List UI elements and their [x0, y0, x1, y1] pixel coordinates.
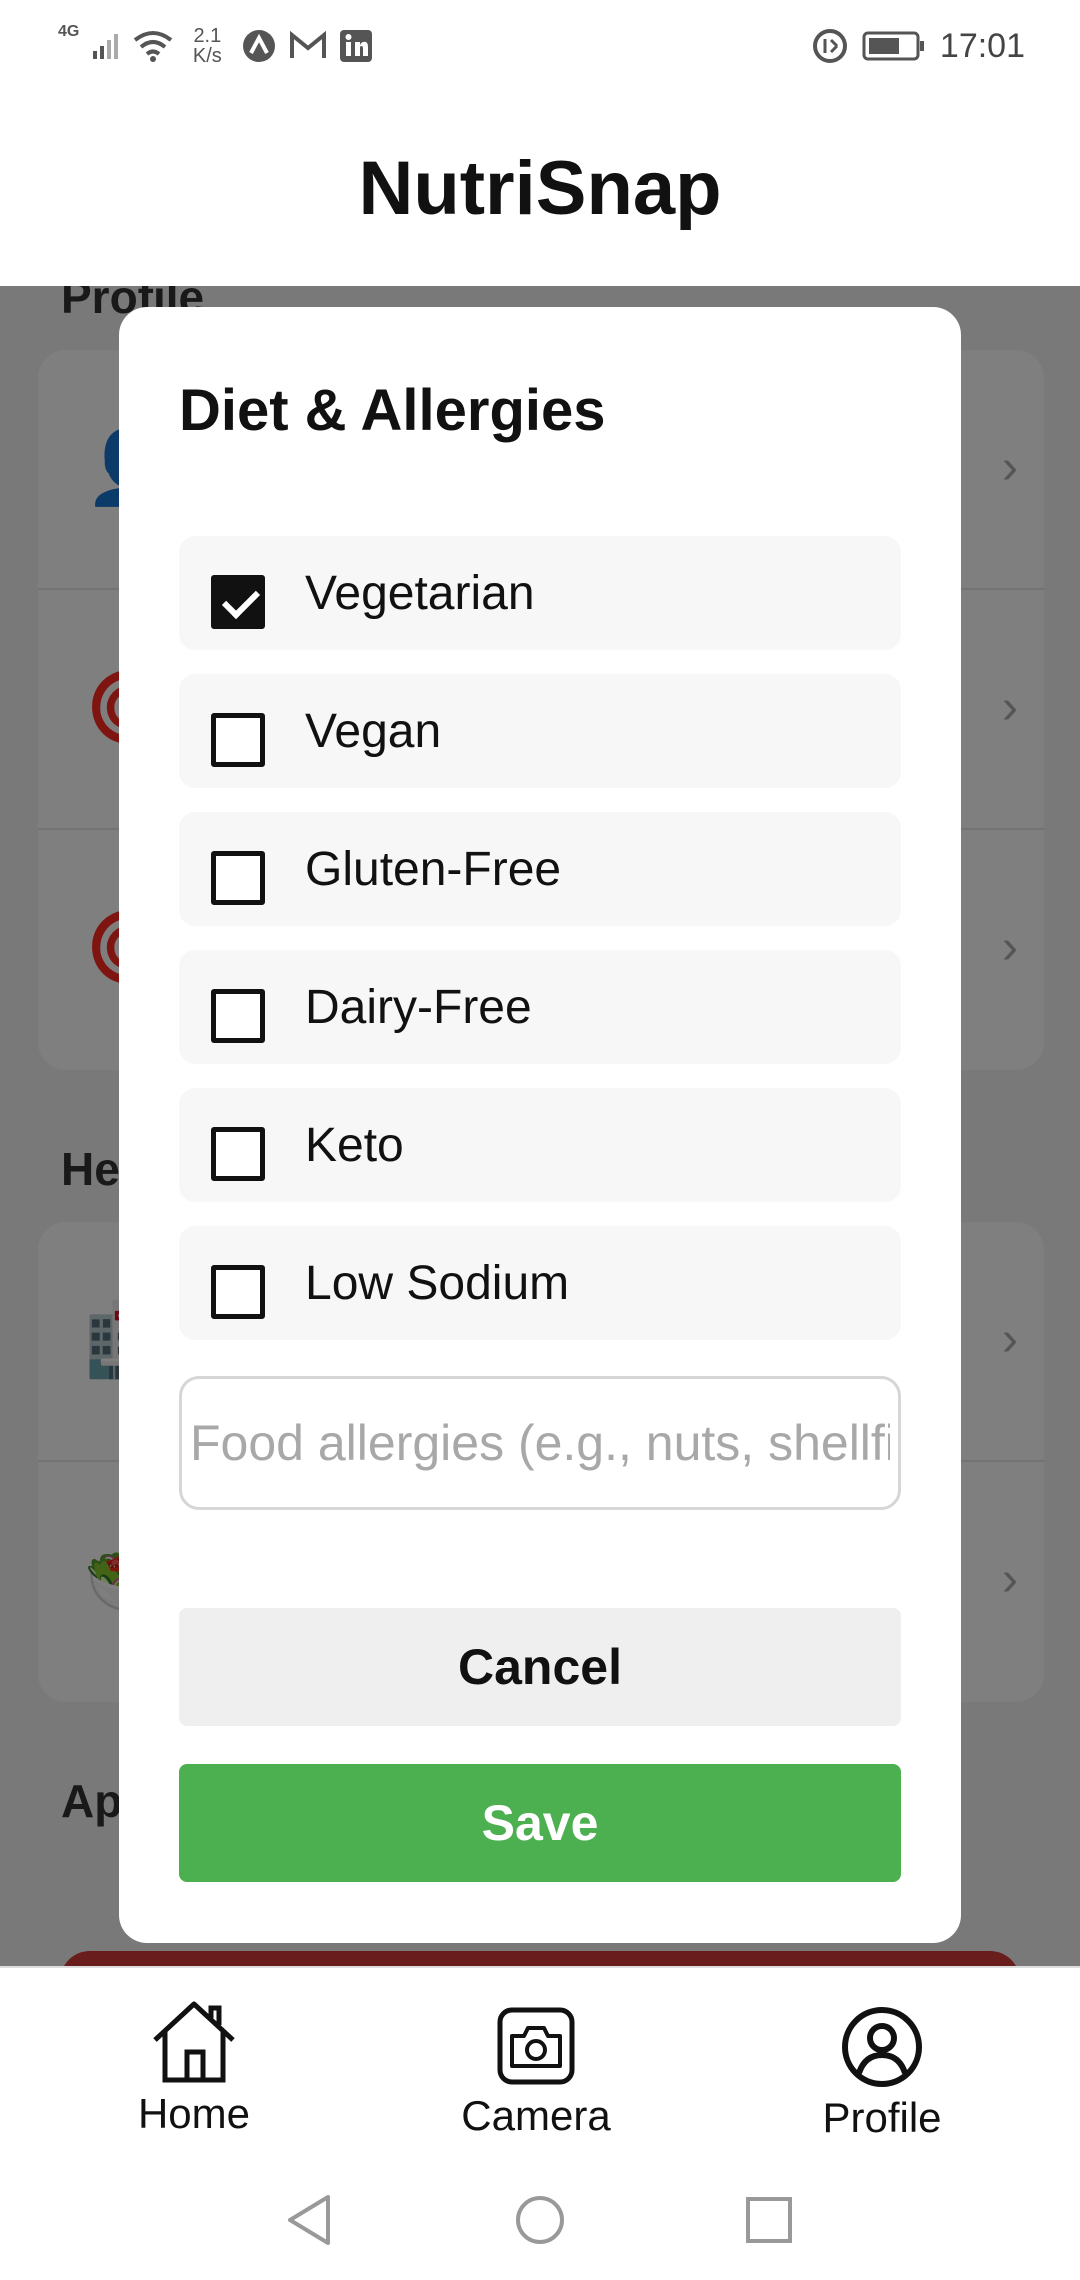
checkbox-icon[interactable]: [211, 1127, 265, 1181]
diet-option-label: Vegetarian: [305, 567, 535, 620]
network-speed: 2.1 K/s: [192, 25, 222, 67]
signal-icon: [93, 34, 119, 59]
diet-option-label: Keto: [305, 1119, 404, 1172]
gmail-icon: [290, 31, 327, 58]
battery-icon: [862, 31, 924, 61]
food-allergies-input[interactable]: [179, 1376, 901, 1510]
app-notification-icon: [243, 30, 276, 62]
checkbox-icon[interactable]: [211, 713, 265, 767]
home-circle-icon[interactable]: [514, 2192, 566, 2248]
modal-title: Diet & Allergies: [179, 378, 606, 443]
nav-profile[interactable]: Profile: [782, 2006, 982, 2142]
nav-home-label: Home: [137, 2090, 251, 2137]
save-button[interactable]: Save: [179, 1764, 901, 1882]
diet-option-label: Gluten-Free: [305, 843, 562, 896]
diet-option-label: Low Sodium: [305, 1257, 570, 1310]
recents-icon[interactable]: [744, 2192, 794, 2248]
checkbox-icon[interactable]: [211, 1265, 265, 1319]
bottom-navigation: Home Camera Profile: [0, 1966, 1080, 2164]
system-navigation: [0, 2164, 1080, 2280]
nav-profile-label: Profile: [822, 2094, 942, 2141]
app-header: NutriSnap: [0, 90, 1080, 286]
diet-option-gluten-free[interactable]: Gluten-Free: [179, 812, 901, 926]
clock: 17:01: [939, 26, 1025, 65]
camera-icon: [497, 2007, 575, 2085]
nav-camera[interactable]: Camera: [436, 2006, 636, 2140]
status-left: 4G 2.1 K/s: [58, 18, 373, 74]
status-bar: 4G 2.1 K/s 17:01: [0, 0, 1080, 90]
checkbox-icon[interactable]: [211, 851, 265, 905]
back-icon[interactable]: [284, 2192, 334, 2248]
diet-option-low-sodium[interactable]: Low Sodium: [179, 1226, 901, 1340]
diet-option-label: Vegan: [305, 705, 442, 758]
diet-option-vegetarian[interactable]: Vegetarian: [179, 536, 901, 650]
checkbox-icon[interactable]: [211, 989, 265, 1043]
nav-camera-label: Camera: [461, 2092, 611, 2139]
diet-option-label: Dairy-Free: [305, 981, 532, 1034]
linkedin-icon: [340, 30, 373, 62]
cancel-button[interactable]: Cancel: [179, 1608, 901, 1726]
checkbox-checked-icon[interactable]: [211, 575, 265, 629]
status-right: 17:01: [812, 18, 1025, 74]
profile-icon: [842, 2007, 922, 2087]
diet-option-vegan[interactable]: Vegan: [179, 674, 901, 788]
app-title: NutriSnap: [358, 145, 722, 231]
diet-option-dairy-free[interactable]: Dairy-Free: [179, 950, 901, 1064]
home-icon: [153, 2001, 235, 2083]
diet-allergies-modal: Diet & Allergies Vegetarian Vegan Gluten…: [119, 307, 961, 1943]
wifi-icon: [134, 31, 173, 62]
nav-home[interactable]: Home: [94, 1998, 294, 2138]
data-saver-icon: [812, 29, 847, 63]
network-type: 4G: [58, 23, 80, 40]
diet-option-keto[interactable]: Keto: [179, 1088, 901, 1202]
